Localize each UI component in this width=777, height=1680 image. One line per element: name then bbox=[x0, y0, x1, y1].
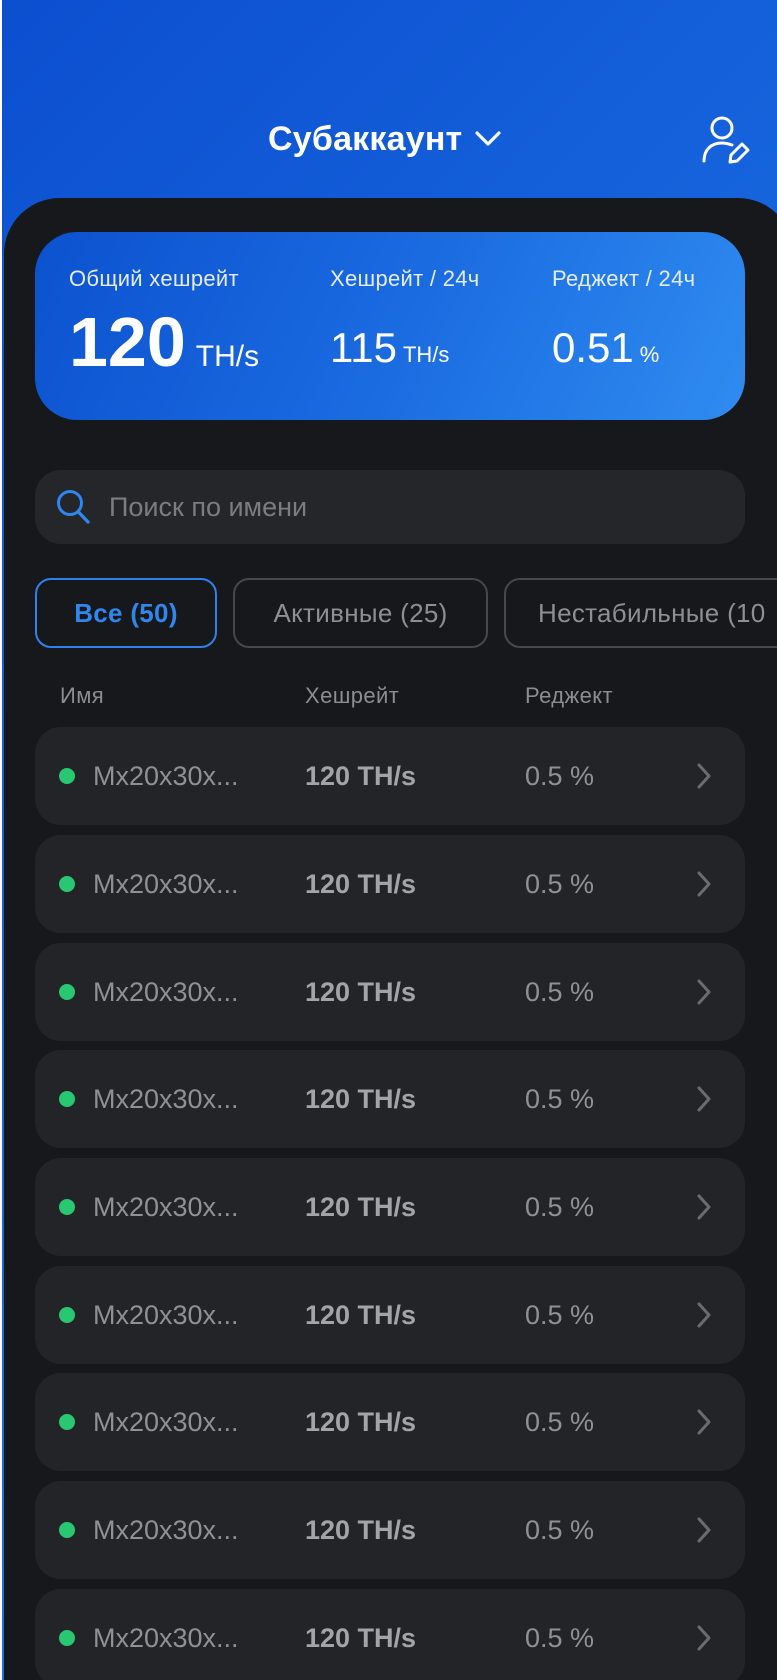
tab-active[interactable]: Активные (25) bbox=[233, 578, 488, 648]
search-bar bbox=[35, 470, 745, 544]
stat-label: Хешрейт / 24ч bbox=[330, 266, 480, 291]
user-edit-icon bbox=[700, 116, 750, 172]
worker-reject: 0.5 % bbox=[525, 976, 595, 1007]
worker-name: Mx20x30x... bbox=[93, 1622, 239, 1653]
worker-name: Mx20x30x... bbox=[93, 1083, 239, 1114]
stat-unit: % bbox=[639, 342, 660, 367]
status-dot bbox=[59, 1522, 75, 1538]
worker-hashrate: 120 TH/s bbox=[305, 868, 417, 899]
worker-reject: 0.5 % bbox=[525, 1514, 595, 1545]
chevron-right-icon bbox=[695, 1481, 713, 1579]
tab-all[interactable]: Все (50) bbox=[35, 578, 217, 648]
worker-row[interactable]: Mx20x30x... 120 TH/s 0.5 % bbox=[35, 1158, 745, 1256]
worker-row[interactable]: Mx20x30x... 120 TH/s 0.5 % bbox=[35, 1481, 745, 1579]
status-dot bbox=[59, 768, 75, 784]
account-title: Субаккаунт bbox=[268, 119, 463, 158]
worker-row[interactable]: Mx20x30x... 120 TH/s 0.5 % bbox=[35, 1266, 745, 1364]
chevron-right-icon bbox=[695, 835, 713, 933]
worker-hashrate: 120 TH/s bbox=[305, 1514, 417, 1545]
chevron-right-icon bbox=[695, 943, 713, 1041]
status-dot bbox=[59, 1414, 75, 1430]
stat-reject-24h: Реджект / 24ч 0.51% bbox=[552, 266, 696, 371]
filter-tabs: Все (50) Активные (25) Нестабильные (10 bbox=[0, 578, 777, 650]
search-icon bbox=[55, 488, 91, 531]
tab-unstable[interactable]: Нестабильные (10 bbox=[504, 578, 777, 648]
chevron-right-icon bbox=[695, 1158, 713, 1256]
worker-row[interactable]: Mx20x30x... 120 TH/s 0.5 % bbox=[35, 943, 745, 1041]
worker-hashrate: 120 TH/s bbox=[305, 1191, 417, 1222]
account-switcher[interactable]: Субаккаунт bbox=[268, 114, 502, 164]
stat-value: 120 bbox=[69, 303, 186, 381]
status-dot bbox=[59, 876, 75, 892]
worker-row[interactable]: Mx20x30x... 120 TH/s 0.5 % bbox=[35, 1589, 745, 1680]
worker-hashrate: 120 TH/s bbox=[305, 1622, 417, 1653]
stat-label: Общий хешрейт bbox=[69, 266, 239, 291]
worker-name: Mx20x30x... bbox=[93, 976, 239, 1007]
stat-value: 0.51 bbox=[552, 324, 634, 371]
worker-reject: 0.5 % bbox=[525, 868, 595, 899]
worker-reject: 0.5 % bbox=[525, 1191, 595, 1222]
chevron-right-icon bbox=[695, 1589, 713, 1680]
worker-reject: 0.5 % bbox=[525, 1299, 595, 1330]
stat-unit: TH/s bbox=[195, 340, 260, 373]
screen-edge bbox=[0, 0, 2, 1680]
stat-hashrate-24h: Хешрейт / 24ч 115 TH/s bbox=[330, 266, 480, 371]
header: Субаккаунт bbox=[0, 100, 777, 180]
worker-hashrate: 120 TH/s bbox=[305, 976, 417, 1007]
status-dot bbox=[59, 1307, 75, 1323]
chevron-right-icon bbox=[695, 1373, 713, 1471]
worker-reject: 0.5 % bbox=[525, 1622, 595, 1653]
worker-reject: 0.5 % bbox=[525, 1406, 595, 1437]
worker-hashrate: 120 TH/s bbox=[305, 1406, 417, 1437]
chevron-right-icon bbox=[695, 727, 713, 825]
worker-name: Mx20x30x... bbox=[93, 1406, 239, 1437]
worker-name: Mx20x30x... bbox=[93, 868, 239, 899]
worker-hashrate: 120 TH/s bbox=[305, 1299, 417, 1330]
column-header-reject: Реджект bbox=[525, 683, 613, 708]
search-input[interactable] bbox=[109, 470, 709, 544]
stat-label: Реджект / 24ч bbox=[552, 266, 696, 291]
worker-name: Mx20x30x... bbox=[93, 1191, 239, 1222]
worker-name: Mx20x30x... bbox=[93, 1299, 239, 1330]
worker-hashrate: 120 TH/s bbox=[305, 760, 417, 791]
status-dot bbox=[59, 984, 75, 1000]
profile-button[interactable] bbox=[700, 112, 750, 168]
stat-unit: TH/s bbox=[402, 342, 450, 367]
worker-row[interactable]: Mx20x30x... 120 TH/s 0.5 % bbox=[35, 1050, 745, 1148]
worker-row[interactable]: Mx20x30x... 120 TH/s 0.5 % bbox=[35, 835, 745, 933]
status-dot bbox=[59, 1630, 75, 1646]
worker-row[interactable]: Mx20x30x... 120 TH/s 0.5 % bbox=[35, 1373, 745, 1471]
worker-row[interactable]: Mx20x30x... 120 TH/s 0.5 % bbox=[35, 727, 745, 825]
app-screen: Субаккаунт Общий хешрейт 120 TH/s Хешрей… bbox=[0, 0, 777, 1680]
chevron-right-icon bbox=[695, 1050, 713, 1148]
status-dot bbox=[59, 1199, 75, 1215]
status-dot bbox=[59, 1091, 75, 1107]
chevron-down-icon bbox=[474, 130, 502, 148]
worker-name: Mx20x30x... bbox=[93, 1514, 239, 1545]
worker-reject: 0.5 % bbox=[525, 760, 595, 791]
stat-value: 115 bbox=[330, 324, 397, 371]
worker-hashrate: 120 TH/s bbox=[305, 1083, 417, 1114]
column-header-name: Имя bbox=[60, 683, 105, 708]
column-header-hashrate: Хешрейт bbox=[305, 683, 400, 708]
stat-total-hashrate: Общий хешрейт 120 TH/s bbox=[69, 266, 259, 381]
hashrate-summary-card: Общий хешрейт 120 TH/s Хешрейт / 24ч 115 T… bbox=[35, 232, 745, 420]
chevron-right-icon bbox=[695, 1266, 713, 1364]
worker-reject: 0.5 % bbox=[525, 1083, 595, 1114]
worker-name: Mx20x30x... bbox=[93, 760, 239, 791]
